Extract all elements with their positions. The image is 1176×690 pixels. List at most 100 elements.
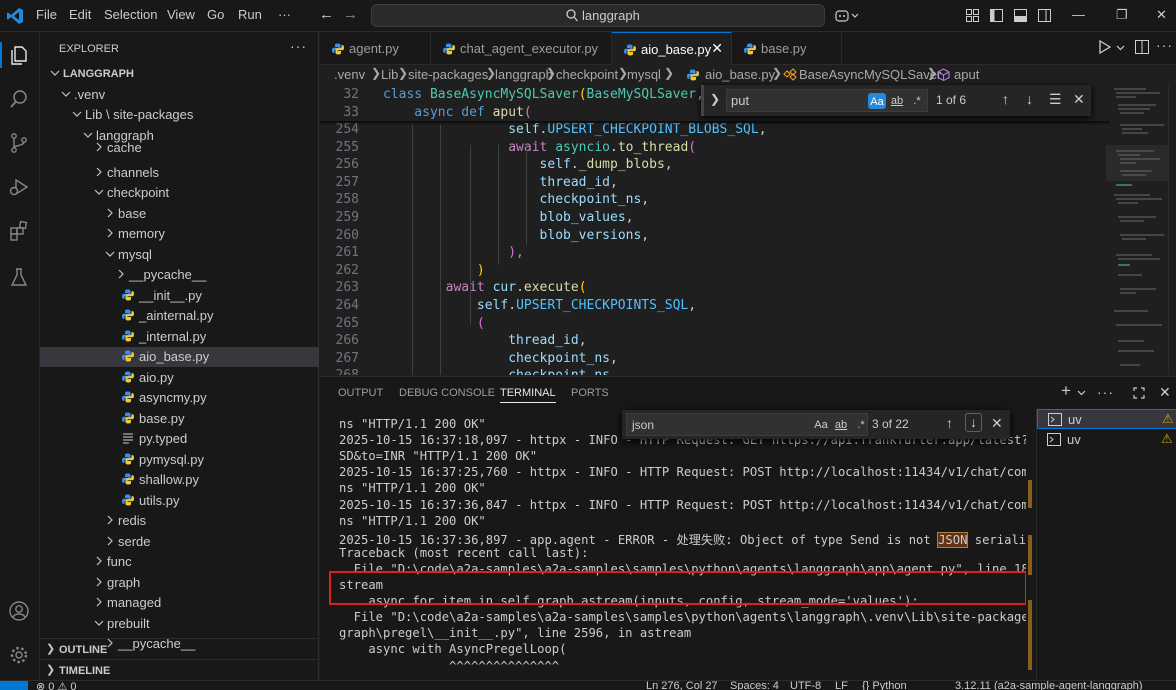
menu-more[interactable]: ··· [278,7,291,22]
run-options-chevron-icon[interactable] [1116,45,1125,51]
panel-tab-output[interactable]: OUTPUT [338,387,383,399]
new-terminal-plus-icon[interactable]: + [1061,381,1071,401]
tree-item-memory[interactable]: memory [40,224,319,244]
panel-more-actions-icon[interactable]: ··· [1097,384,1114,400]
copilot-icon[interactable] [835,9,859,23]
close-terminal-find-icon[interactable]: ✕ [991,415,1003,432]
tree-item-func[interactable]: func [40,552,319,572]
testing-icon[interactable] [8,266,30,288]
previous-match-arrow-icon[interactable]: ↑ [946,415,953,431]
cursor-position[interactable]: Ln 276, Col 27 [646,681,718,690]
panel-tab-debug-console[interactable]: DEBUG CONSOLE [399,387,495,399]
crumb-class[interactable]: BaseAsyncMySQLSaver [799,67,941,82]
regex-toggle[interactable]: .* [908,93,926,109]
tree-item-internal-py[interactable]: _internal.py [40,327,319,347]
editor-scrollbar[interactable] [1168,85,1176,375]
code-editor[interactable]: 254 self.UPSERT_CHECKPOINT_BLOBS_SQL, 255… [320,85,1176,375]
minimap[interactable] [1106,85,1168,375]
menu-go[interactable]: Go [207,7,224,22]
toggle-primary-sidebar-icon[interactable] [990,9,1003,22]
minimize-icon[interactable]: — [1072,7,1085,22]
tab-agent-py[interactable]: agent.py [320,32,431,65]
source-control-icon[interactable] [8,132,30,154]
menu-edit[interactable]: Edit [69,7,91,22]
run-debug-icon[interactable] [8,176,30,198]
crumb-method[interactable]: aput [954,67,979,82]
menu-run[interactable]: Run [238,7,262,22]
tree-item-cache[interactable]: cache [40,138,319,158]
extensions-icon[interactable] [8,220,30,242]
toggle-secondary-sidebar-icon[interactable] [1038,9,1051,22]
tree-item-base[interactable]: base [40,204,319,224]
tree-item-mysql[interactable]: mysql [40,245,319,265]
terminal-item-uv-2[interactable]: uv ⚠ [1037,430,1176,450]
tree-item-init-py[interactable]: __init__.py [40,286,319,306]
menu-selection[interactable]: Selection [104,7,157,22]
tree-item-py-typed[interactable]: py.typed [40,429,319,449]
tree-item-managed[interactable]: managed [40,593,319,613]
crumb-venv[interactable]: .venv [334,67,365,82]
command-center-search[interactable]: langgraph [371,4,825,27]
panel-tab-ports[interactable]: PORTS [571,387,609,399]
explorer-more-actions[interactable]: ··· [290,38,307,54]
editor-more-actions-icon[interactable]: ··· [1156,37,1173,53]
forward-arrow-icon[interactable]: → [343,6,358,23]
split-editor-icon[interactable] [1135,40,1149,54]
tree-item-shallow-py[interactable]: shallow.py [40,470,319,490]
match-whole-word-toggle[interactable]: ab [832,417,850,433]
terminal-scrollbar[interactable] [1026,415,1036,677]
crumb-lib[interactable]: Lib [381,67,398,82]
crumb-aio-base[interactable]: aio_base.py [705,67,775,82]
next-match-arrow-icon[interactable]: ↓ [1026,91,1033,107]
crumb-site-packages[interactable]: site-packages [408,67,488,82]
tree-item-langgraph[interactable]: LANGGRAPH [40,64,319,84]
find-in-selection-icon[interactable]: ☰ [1049,91,1062,108]
tree-item-asyncmy-py[interactable]: asyncmy.py [40,388,319,408]
restore-icon[interactable]: ❐ [1116,7,1128,23]
regex-toggle[interactable]: .* [852,417,870,433]
maximize-panel-icon[interactable] [1133,387,1145,399]
settings-gear-icon[interactable] [8,644,30,666]
tree-item-redis[interactable]: redis [40,511,319,531]
terminal-output[interactable]: ns "HTTP/1.1 200 OK" 2025-10-15 16:37:18,… [320,415,1026,681]
language-mode[interactable]: {} Python [862,681,907,690]
terminal-item-uv-1[interactable]: uv ⚠ [1037,409,1176,429]
tab-chat-agent-executor-py[interactable]: chat_agent_executor.py [431,32,612,65]
tree-item-channels[interactable]: channels [40,163,319,183]
account-icon[interactable] [8,600,30,622]
crumb-mysql[interactable]: mysql [627,67,661,82]
back-arrow-icon[interactable]: ← [319,6,334,23]
previous-match-arrow-icon[interactable]: ↑ [1002,91,1009,107]
indentation[interactable]: Spaces: 4 [730,681,779,690]
close-window-icon[interactable]: ✕ [1156,7,1167,23]
menu-file[interactable]: File [36,7,57,22]
tree-item-pymysql-py[interactable]: pymysql.py [40,450,319,470]
crumb-langgraph[interactable]: langgraph [495,67,553,82]
close-panel-icon[interactable]: ✕ [1159,384,1171,401]
tree-item-utils-py[interactable]: utils.py [40,491,319,511]
customize-layout-icon[interactable] [966,9,979,22]
toggle-panel-icon[interactable] [1014,9,1027,22]
find-input[interactable]: put Aa ab .* [726,89,928,112]
encoding[interactable]: UTF-8 [790,681,821,690]
tree-item-base-py[interactable]: base.py [40,409,319,429]
tree-item-lib-site-packages[interactable]: Lib \ site-packages [40,105,319,125]
remote-indicator-icon[interactable] [0,681,28,690]
timeline-section-header[interactable]: ❯ TIMELINE [40,659,319,681]
close-find-icon[interactable]: ✕ [1073,91,1085,108]
explorer-icon[interactable] [8,44,30,66]
tree-item-serde[interactable]: serde [40,532,319,552]
tab-aio-base-py[interactable]: aio_base.py ✕ [612,32,732,65]
terminal-find-input[interactable]: json Aa ab .* [626,413,868,436]
match-whole-word-toggle[interactable]: ab [888,93,906,109]
match-case-toggle[interactable]: Aa [868,93,886,109]
tree-item-aio-base-py[interactable]: aio_base.py [40,347,319,367]
chevron-right-icon[interactable]: ❯ [710,92,720,106]
close-tab-icon[interactable]: ✕ [711,40,723,57]
search-icon[interactable] [8,88,30,110]
tree-item-prebuilt[interactable]: prebuilt [40,614,319,634]
terminal-profile-chevron-icon[interactable] [1077,390,1086,396]
python-interpreter[interactable]: 3.12.11 (a2a-sample-agent-langgraph) [955,681,1143,690]
tree-item-venv[interactable]: .venv [40,85,319,105]
match-case-toggle[interactable]: Aa [812,417,830,433]
